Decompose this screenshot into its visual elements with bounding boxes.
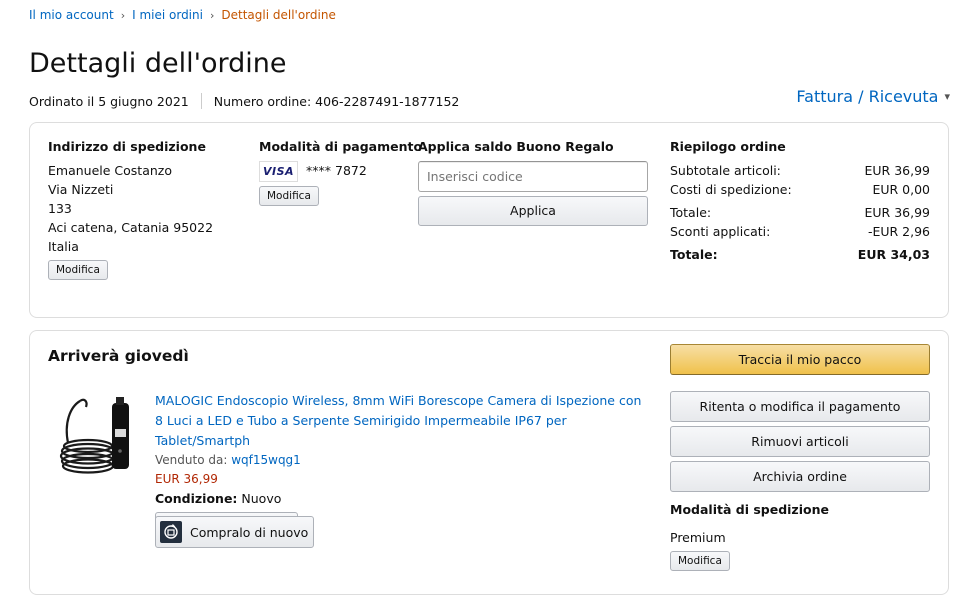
remove-items-button[interactable]: Rimuovi articoli <box>670 426 930 457</box>
summary-label: Totale: <box>670 205 712 220</box>
payment-card: VISA **** 7872 <box>259 161 422 182</box>
address-line: Italia <box>48 239 79 254</box>
order-date: Ordinato il 5 giugno 2021 <box>29 93 189 109</box>
page-title: Dettagli dell'ordine <box>29 48 287 79</box>
order-summary-title: Riepilogo ordine <box>670 139 786 154</box>
summary-label: Sconti applicati: <box>670 224 771 239</box>
summary-label: Subtotale articoli: <box>670 163 781 178</box>
summary-total-label: Totale: <box>670 247 718 262</box>
breadcrumb-my-orders[interactable]: I miei ordini <box>132 8 203 22</box>
order-summary-section: Riepilogo ordine Subtotale articoli: EUR… <box>670 139 930 264</box>
retry-payment-button[interactable]: Ritenta o modifica il pagamento <box>670 391 930 422</box>
buy-again-label: Compralo di nuovo <box>190 524 309 540</box>
condition-value: Nuovo <box>241 491 282 506</box>
card-number: **** 7872 <box>306 163 367 178</box>
breadcrumb-separator: › <box>209 8 215 22</box>
apply-button[interactable]: Applica <box>418 196 648 226</box>
summary-total-value: EUR 34,03 <box>857 247 930 262</box>
visa-logo-icon: VISA <box>259 161 299 182</box>
breadcrumb-separator: › <box>120 8 126 22</box>
product-image[interactable] <box>58 393 140 481</box>
buy-again-icon <box>160 521 182 543</box>
payment-section: Modalità di pagamento VISA **** 7872 Mod… <box>259 139 422 206</box>
invoice-dropdown[interactable]: Fattura / Ricevuta ▾ <box>796 87 950 106</box>
shipment-actions: Traccia il mio pacco Ritenta o modifica … <box>670 344 930 571</box>
buy-again-button[interactable]: Compralo di nuovo <box>155 516 314 548</box>
summary-label: Costi di spedizione: <box>670 182 792 197</box>
seller-link[interactable]: wqf15wqg1 <box>231 453 301 467</box>
breadcrumb-current: Dettagli dell'ordine <box>221 8 336 22</box>
shipping-address-section: Indirizzo di spedizione Emanuele Costanz… <box>48 139 213 280</box>
edit-shipping-method-button[interactable]: Modifica <box>670 551 730 571</box>
payment-title: Modalità di pagamento <box>259 139 423 154</box>
arrival-heading: Arriverà giovedì <box>48 347 189 365</box>
gift-code-input[interactable] <box>418 161 648 192</box>
invoice-label: Fattura / Ricevuta <box>796 87 939 106</box>
shipment-box: Arriverà giovedì MALOGIC Endoscopio Wire… <box>29 330 949 595</box>
breadcrumb-my-account[interactable]: Il mio account <box>29 8 114 22</box>
address-line: 133 <box>48 201 72 216</box>
chevron-down-icon: ▾ <box>944 90 950 103</box>
order-number: Numero ordine: 406-2287491-1877152 <box>213 93 460 109</box>
shipping-address-title: Indirizzo di spedizione <box>48 139 206 154</box>
shipping-method-value: Premium <box>670 530 726 545</box>
gift-balance-section: Applica saldo Buono Regalo Applica <box>418 139 648 226</box>
address-line: Emanuele Costanzo <box>48 163 172 178</box>
address-line: Aci catena, Catania 95022 <box>48 220 214 235</box>
summary-row: Costi di spedizione: EUR 0,00 <box>670 180 930 199</box>
edit-address-button[interactable]: Modifica <box>48 260 108 280</box>
shipping-method-title: Modalità di spedizione <box>670 502 829 517</box>
summary-value: EUR 36,99 <box>864 205 931 220</box>
product-price: EUR 36,99 <box>155 472 218 486</box>
order-meta: Ordinato il 5 giugno 2021 Numero ordine:… <box>29 93 459 109</box>
order-info-box: Indirizzo di spedizione Emanuele Costanz… <box>29 122 949 318</box>
product-info: MALOGIC Endoscopio Wireless, 8mm WiFi Bo… <box>155 391 645 532</box>
breadcrumb: Il mio account › I miei ordini › Dettagl… <box>29 8 336 22</box>
seller-label: Venduto da: <box>155 453 228 467</box>
summary-total-row: Totale: EUR 34,03 <box>670 245 930 264</box>
seller-line: Venduto da: wqf15wqg1 <box>155 451 645 470</box>
summary-row: Totale: EUR 36,99 <box>670 203 930 222</box>
summary-row: Sconti applicati: -EUR 2,96 <box>670 222 930 241</box>
condition-label: Condizione: <box>155 491 238 506</box>
summary-value: EUR 0,00 <box>872 182 930 197</box>
address-line: Via Nizzeti <box>48 182 114 197</box>
summary-value: EUR 36,99 <box>864 163 931 178</box>
condition-line: Condizione: Nuovo <box>155 489 645 509</box>
summary-row: Subtotale articoli: EUR 36,99 <box>670 161 930 180</box>
product-title-link[interactable]: MALOGIC Endoscopio Wireless, 8mm WiFi Bo… <box>155 391 645 451</box>
track-package-button[interactable]: Traccia il mio pacco <box>670 344 930 375</box>
meta-divider <box>200 93 202 109</box>
gift-balance-title: Applica saldo Buono Regalo <box>418 139 614 154</box>
edit-payment-button[interactable]: Modifica <box>259 186 319 206</box>
archive-order-button[interactable]: Archivia ordine <box>670 461 930 492</box>
summary-value: -EUR 2,96 <box>867 224 930 239</box>
